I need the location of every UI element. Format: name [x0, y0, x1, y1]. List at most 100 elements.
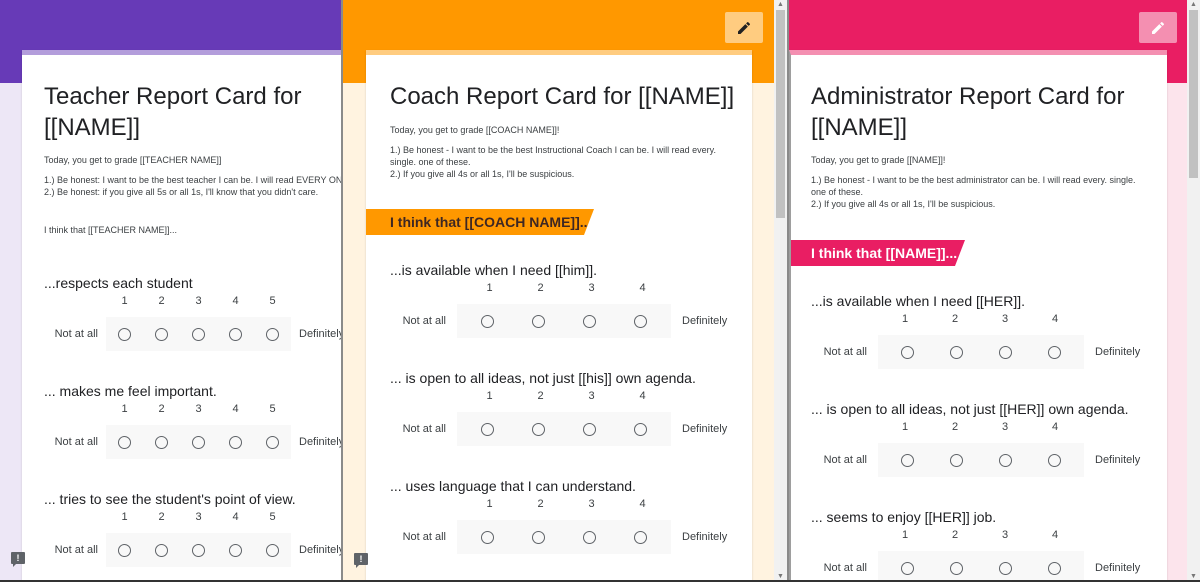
choices: [878, 443, 1084, 477]
radio-option-3[interactable]: [999, 453, 1012, 467]
radio-option-2[interactable]: [532, 530, 545, 544]
scale-numbers: 1 2 3 4 5: [106, 511, 291, 523]
radio-option-4[interactable]: [229, 543, 242, 557]
rule-1: 1.) Be honest - I want to be the best In…: [390, 145, 717, 167]
scale-number: 1: [121, 295, 128, 307]
form-title: Administrator Report Card for [[NAME]]: [811, 83, 1125, 141]
radio-option-3[interactable]: [583, 530, 596, 544]
question-text: ... uses language that I can understand.: [390, 478, 636, 494]
scale-number: 1: [901, 313, 909, 325]
scale-number: 4: [232, 403, 239, 415]
feedback-icon[interactable]: !: [11, 552, 25, 567]
scale-number: 4: [232, 295, 239, 307]
radio-option-4[interactable]: [229, 327, 242, 341]
question-1: ...is available when I need [[him]]. 1 2 3…: [366, 262, 752, 338]
high-label: Definitely: [1095, 562, 1141, 574]
radio-option-2[interactable]: [950, 561, 963, 575]
radio-option-1[interactable]: [118, 543, 131, 557]
linear-scale: Not at all Definitely: [791, 443, 1140, 477]
form-card: Administrator Report Card for [[NAME]] T…: [789, 50, 1167, 582]
radio-option-4[interactable]: [634, 530, 647, 544]
scale-number: 2: [951, 421, 959, 433]
section-header: I think that [[COACH NAME]]...: [366, 209, 594, 235]
form-title: Coach Report Card for [[NAME]]: [390, 83, 735, 110]
scale-number: 5: [269, 403, 276, 415]
scroll-up-arrow[interactable]: ▲: [774, 0, 787, 10]
scale-number: 3: [588, 282, 595, 294]
question-1: ...is available when I need [[HER]]. 1 2 3…: [791, 293, 1167, 369]
radio-option-5[interactable]: [266, 435, 279, 449]
low-label: Not at all: [402, 531, 446, 543]
radio-option-2[interactable]: [155, 543, 168, 557]
form-description: Today, you get to grade [[TEACHER NAME]]…: [44, 154, 342, 236]
linear-scale: Not at all Definitely: [366, 304, 727, 338]
radio-option-1[interactable]: [901, 561, 914, 575]
scrollbar-thumb[interactable]: [776, 10, 785, 218]
high-label: Definitely: [299, 436, 342, 448]
scale-number: 4: [639, 498, 646, 510]
vertical-scrollbar[interactable]: ▲ ▼: [774, 0, 787, 582]
scale-number: 1: [121, 403, 128, 415]
radio-option-1[interactable]: [901, 453, 914, 467]
radio-option-4[interactable]: [634, 422, 647, 436]
radio-option-1[interactable]: [118, 327, 131, 341]
radio-option-4[interactable]: [1048, 561, 1061, 575]
scale-numbers: 1 2 3 4: [464, 390, 668, 402]
radio-option-3[interactable]: [583, 314, 596, 328]
radio-option-2[interactable]: [950, 345, 963, 359]
question-3: ... tries to see the student's point of …: [22, 491, 342, 567]
rule-2: 2.) If you give all 4s or all 1s, I'll b…: [811, 199, 996, 209]
question-2: ... makes me feel important. 1 2 3 4 5 Not a…: [22, 383, 342, 459]
radio-option-5[interactable]: [266, 327, 279, 341]
rule-2: 2.) If you give all 4s or all 1s, I'll b…: [390, 169, 575, 179]
radio-option-5[interactable]: [266, 543, 279, 557]
radio-option-4[interactable]: [1048, 345, 1061, 359]
scale-numbers: 1 2 3 4 5: [106, 403, 291, 415]
scale-number: 3: [195, 295, 202, 307]
radio-option-4[interactable]: [634, 314, 647, 328]
feedback-icon[interactable]: !: [354, 553, 368, 568]
pencil-icon: [738, 21, 751, 34]
radio-option-2[interactable]: [532, 314, 545, 328]
radio-option-2[interactable]: [532, 422, 545, 436]
radio-option-3[interactable]: [999, 345, 1012, 359]
vertical-scrollbar[interactable]: ▲ ▼: [1187, 0, 1200, 582]
linear-scale: Not at all Definitely: [22, 425, 342, 459]
scale-number: 2: [537, 498, 544, 510]
coach-form-panel: Coach Report Card for [[NAME]] Today, yo…: [343, 0, 787, 582]
radio-option-4[interactable]: [229, 435, 242, 449]
radio-option-2[interactable]: [950, 453, 963, 467]
low-label: Not at all: [54, 436, 98, 448]
scale-number: 2: [158, 403, 165, 415]
scroll-up-arrow[interactable]: ▲: [1187, 0, 1200, 10]
edit-button[interactable]: [1139, 12, 1177, 43]
scrollbar-thumb[interactable]: [1189, 10, 1198, 178]
scale-number: 2: [951, 313, 959, 325]
linear-scale: Not at all Definitely: [791, 335, 1140, 369]
scale-number: 4: [1051, 421, 1059, 433]
scale-number: 4: [1051, 529, 1059, 541]
linear-scale: Not at all Definitely: [791, 551, 1140, 582]
radio-option-1[interactable]: [481, 530, 494, 544]
radio-option-3[interactable]: [999, 561, 1012, 575]
question-text: ... is open to all ideas, not just [[HER…: [811, 401, 1129, 417]
radio-option-1[interactable]: [481, 314, 494, 328]
high-label: Definitely: [1095, 454, 1141, 466]
scale-number: 2: [537, 282, 544, 294]
radio-option-1[interactable]: [901, 345, 914, 359]
radio-option-3[interactable]: [192, 435, 205, 449]
radio-option-1[interactable]: [118, 435, 131, 449]
form-card: Teacher Report Card for [[NAME]] Today, …: [22, 50, 342, 582]
form-description: Today, you get to grade [[COACH NAME]]! …: [390, 124, 740, 180]
radio-option-3[interactable]: [192, 327, 205, 341]
low-label: Not at all: [402, 423, 446, 435]
radio-option-4[interactable]: [1048, 453, 1061, 467]
question-text: ... seems to enjoy [[HER]] job.: [811, 509, 997, 525]
radio-option-1[interactable]: [481, 422, 494, 436]
edit-button[interactable]: [725, 12, 763, 43]
radio-option-2[interactable]: [155, 435, 168, 449]
radio-option-2[interactable]: [155, 327, 168, 341]
radio-option-3[interactable]: [192, 543, 205, 557]
radio-option-3[interactable]: [583, 422, 596, 436]
form-card: Coach Report Card for [[NAME]] Today, yo…: [366, 50, 752, 582]
